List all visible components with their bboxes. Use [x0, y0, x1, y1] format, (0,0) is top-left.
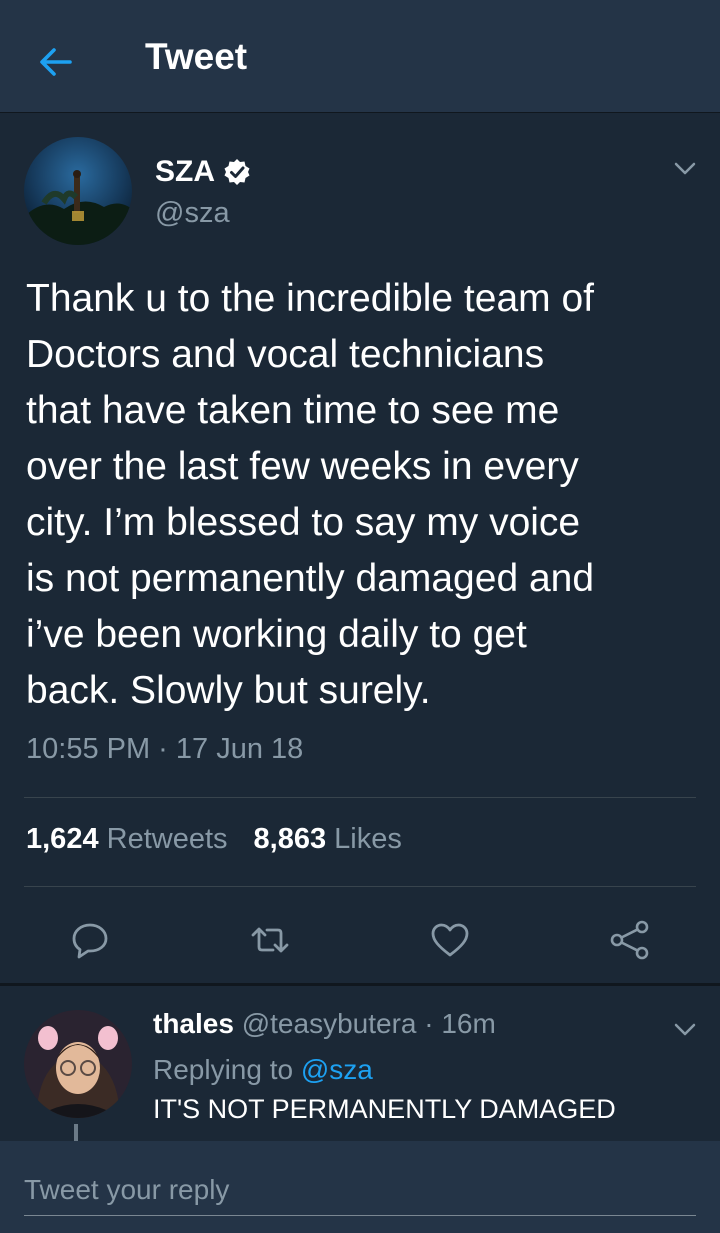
tweet-timestamp: 10:55 PM · 17 Jun 18	[26, 733, 304, 765]
page-title: Tweet	[145, 36, 248, 77]
author-name-row[interactable]: SZA	[155, 155, 251, 189]
divider	[24, 886, 696, 887]
replying-to-prefix: Replying to	[153, 1054, 294, 1085]
top-app-bar: Tweet	[0, 0, 720, 113]
arrow-left-icon	[40, 48, 72, 76]
retweet-icon	[251, 927, 289, 953]
reply-header: thales @teasybutera · 16m	[153, 1008, 496, 1040]
thread-line	[74, 1124, 78, 1141]
engagement-stats: 1,624 Retweets 8,863 Likes	[26, 823, 428, 856]
share-button[interactable]	[608, 918, 652, 962]
replying-to: Replying to @sza	[153, 1054, 373, 1086]
reply-author-handle[interactable]: @teasybutera	[242, 1008, 417, 1039]
retweets-stat[interactable]: 1,624 Retweets	[26, 823, 228, 856]
reply-icon	[72, 923, 108, 959]
reply-text: IT'S NOT PERMANENTLY DAMAGED	[153, 1094, 616, 1124]
author-avatar[interactable]	[24, 137, 132, 245]
reply-input[interactable]	[24, 1165, 696, 1216]
reply-composer	[0, 1141, 720, 1233]
tweet-more-button[interactable]	[670, 153, 700, 183]
share-icon	[610, 920, 649, 960]
reply-tweet[interactable]: thales @teasybutera · 16m Replying to @s…	[0, 986, 720, 1141]
reply-button[interactable]	[68, 918, 112, 962]
likes-count: 8,863	[253, 823, 327, 855]
retweets-count: 1,624	[26, 823, 99, 855]
main-tweet: SZA @sza Thank u to the incredible team …	[0, 113, 720, 983]
retweets-label: Retweets	[106, 823, 228, 855]
likes-label: Likes	[334, 823, 402, 855]
retweet-button[interactable]	[248, 918, 292, 962]
divider	[24, 797, 696, 798]
heart-icon	[431, 923, 469, 957]
like-button[interactable]	[428, 918, 472, 962]
author-name: SZA	[155, 155, 215, 188]
chevron-down-icon	[674, 1023, 696, 1036]
likes-stat[interactable]: 8,863 Likes	[254, 823, 402, 856]
reply-more-button[interactable]	[670, 1014, 700, 1044]
author-handle[interactable]: @sza	[155, 197, 230, 230]
tweet-text: Thank u to the incredible team of Doctor…	[26, 277, 595, 712]
reply-author-name[interactable]: thales	[153, 1008, 234, 1039]
chevron-down-icon	[674, 162, 696, 175]
reply-author-avatar[interactable]	[24, 1010, 132, 1118]
verified-badge-icon	[224, 159, 250, 185]
back-button[interactable]	[34, 40, 78, 84]
replying-to-link[interactable]: @sza	[301, 1054, 373, 1085]
reply-time: · 16m	[424, 1008, 496, 1039]
